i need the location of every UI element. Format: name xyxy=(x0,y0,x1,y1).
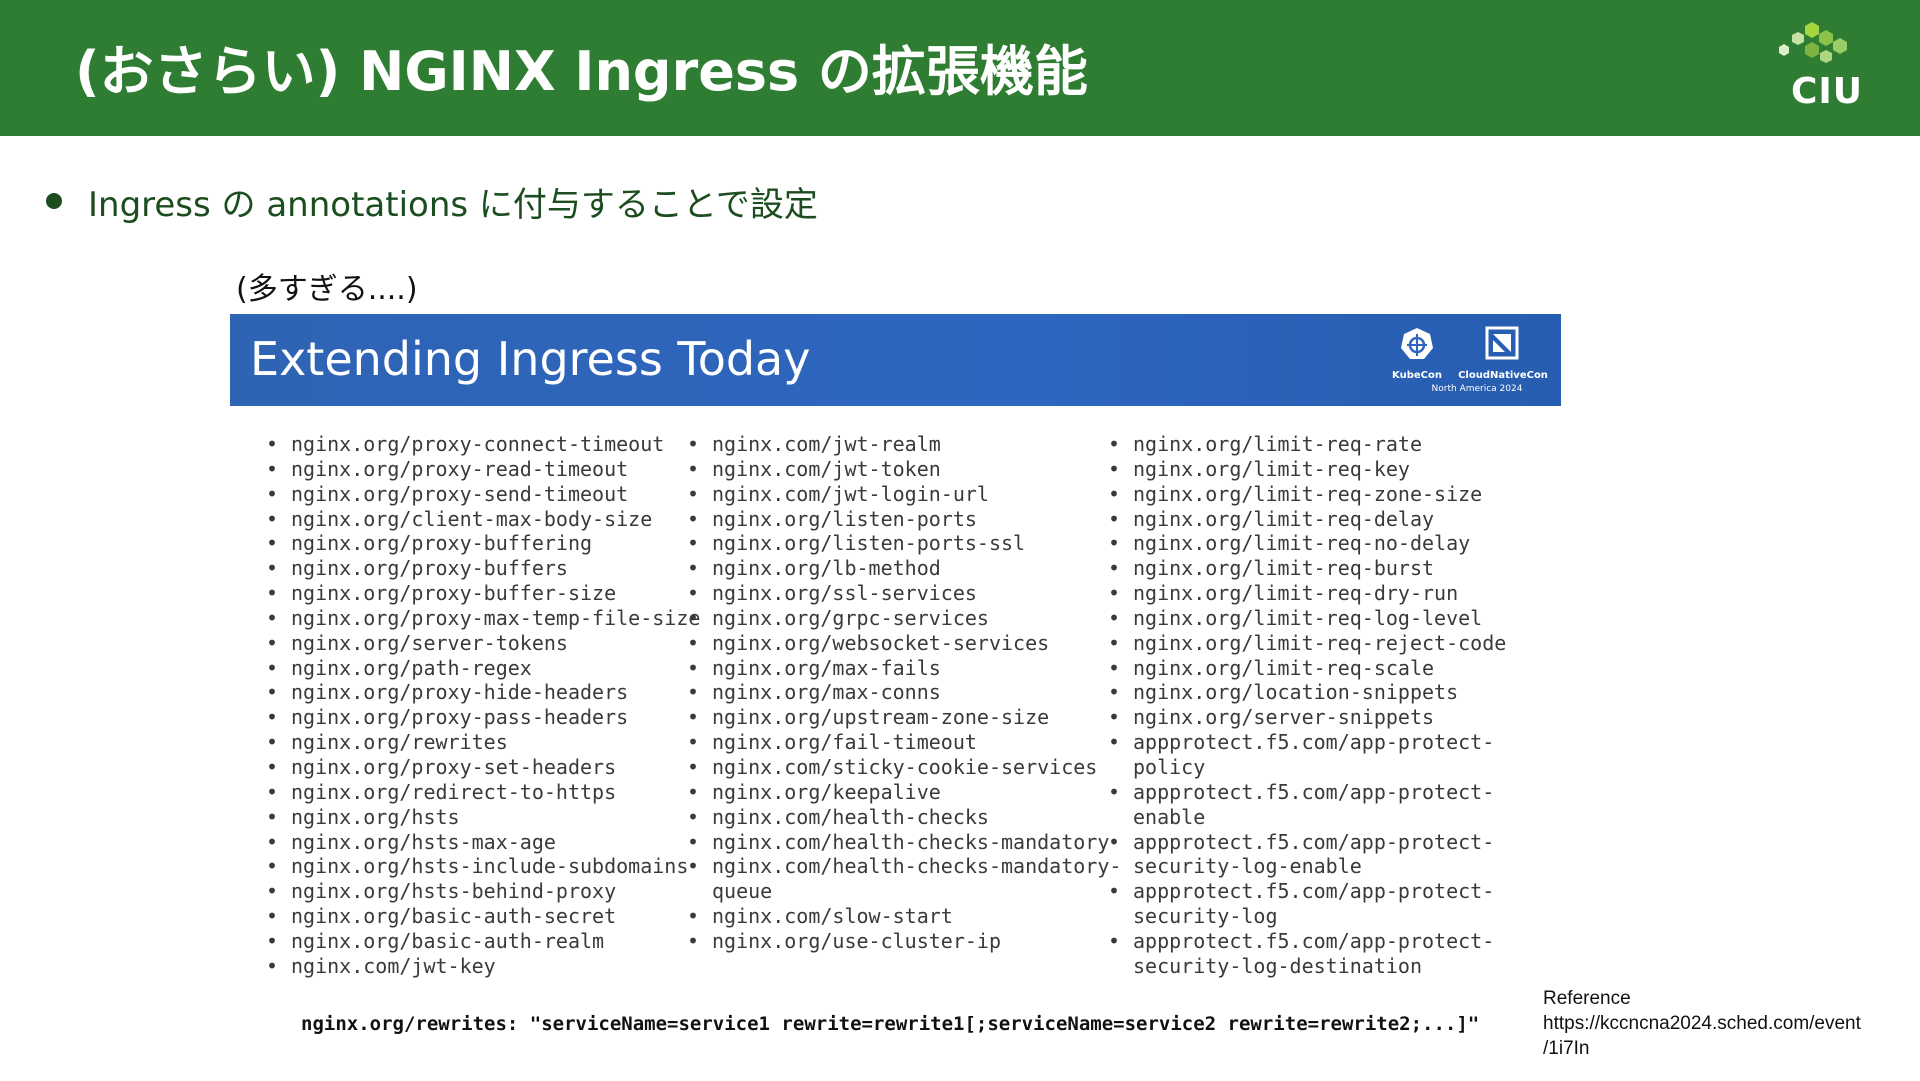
annotation-item: nginx.org/limit-req-dry-run xyxy=(1108,581,1506,606)
annotation-item: nginx.org/lb-method xyxy=(687,556,1121,581)
annotation-item: nginx.com/jwt-token xyxy=(687,457,1121,482)
annotation-item: nginx.com/jwt-key xyxy=(266,954,700,979)
aside-note: (多すぎる....) xyxy=(236,272,418,307)
annotation-item: nginx.org/proxy-send-timeout xyxy=(266,482,700,507)
annotation-item: nginx.org/proxy-read-timeout xyxy=(266,457,700,482)
annotation-item: nginx.org/redirect-to-https xyxy=(266,780,700,805)
annotation-item: nginx.org/keepalive xyxy=(687,780,1121,805)
annotation-item: nginx.com/jwt-login-url xyxy=(687,482,1121,507)
annotation-item: nginx.org/server-tokens xyxy=(266,631,700,656)
annotation-item: appprotect.f5.com/app-protect- security-… xyxy=(1108,929,1506,979)
cloudnativecon-label: CloudNativeCon xyxy=(1458,370,1548,381)
annotation-item: nginx.org/fail-timeout xyxy=(687,730,1121,755)
embedded-slide-banner: Extending Ingress Today KubeCon CloudNat… xyxy=(230,314,1561,406)
annotation-item: nginx.com/slow-start xyxy=(687,904,1121,929)
annotation-item: nginx.org/proxy-buffers xyxy=(266,556,700,581)
annotation-item: nginx.org/listen-ports-ssl xyxy=(687,531,1121,556)
annotation-item: nginx.org/proxy-set-headers xyxy=(266,755,700,780)
header-bar: (おさらい) NGINX Ingress の拡張機能 CIU xyxy=(0,0,1920,136)
annotation-item: nginx.org/basic-auth-realm xyxy=(266,929,700,954)
hexagon-cluster-logo-icon xyxy=(1779,22,1847,63)
annotation-item: appprotect.f5.com/app-protect- policy xyxy=(1108,730,1506,780)
annotation-item: nginx.org/max-conns xyxy=(687,680,1121,705)
reference-block: Reference https://kccncna2024.sched.com/… xyxy=(1543,986,1903,1061)
annotation-item: nginx.org/path-regex xyxy=(266,656,700,681)
ciu-logo: CIU xyxy=(1772,18,1882,120)
annotation-item: appprotect.f5.com/app-protect- enable xyxy=(1108,780,1506,830)
reference-url-line-2[interactable]: /1i7In xyxy=(1543,1036,1903,1061)
annotation-item: nginx.org/limit-req-zone-size xyxy=(1108,482,1506,507)
annotation-item: nginx.org/hsts-max-age xyxy=(266,830,700,855)
annotation-item: nginx.org/hsts-include-subdomains xyxy=(266,854,700,879)
annotation-item: nginx.org/limit-req-scale xyxy=(1108,656,1506,681)
rewrites-example: nginx.org/rewrites: "serviceName=service… xyxy=(301,1013,1480,1035)
reference-url-line-1[interactable]: https://kccncna2024.sched.com/event xyxy=(1543,1011,1903,1036)
slide-title: (おさらい) NGINX Ingress の拡張機能 xyxy=(75,40,1088,103)
annotation-column-3: nginx.org/limit-req-ratenginx.org/limit-… xyxy=(1108,432,1506,979)
annotation-item: nginx.org/proxy-hide-headers xyxy=(266,680,700,705)
event-logos: KubeCon CloudNativeCon North America 202… xyxy=(1387,326,1553,398)
annotation-item: nginx.org/listen-ports xyxy=(687,507,1121,532)
event-subtitle: North America 2024 xyxy=(1431,384,1523,394)
logo-text: CIU xyxy=(1790,71,1864,112)
annotation-item: nginx.org/rewrites xyxy=(266,730,700,755)
reference-label: Reference xyxy=(1543,988,1631,1009)
annotation-item: nginx.org/server-snippets xyxy=(1108,705,1506,730)
main-bullet-text: Ingress の annotations に付与することで設定 xyxy=(88,184,818,225)
annotation-item: nginx.org/proxy-pass-headers xyxy=(266,705,700,730)
kubecon-icon xyxy=(1401,328,1433,359)
annotation-column-1: nginx.org/proxy-connect-timeoutnginx.org… xyxy=(266,432,700,979)
annotation-item: nginx.com/sticky-cookie-services xyxy=(687,755,1121,780)
annotation-item: nginx.org/client-max-body-size xyxy=(266,507,700,532)
annotation-item: nginx.org/ssl-services xyxy=(687,581,1121,606)
annotation-item: nginx.org/limit-req-reject-code xyxy=(1108,631,1506,656)
annotation-item: nginx.com/health-checks xyxy=(687,805,1121,830)
annotation-item: nginx.org/limit-req-burst xyxy=(1108,556,1506,581)
annotation-item: nginx.org/hsts xyxy=(266,805,700,830)
annotation-item: nginx.org/hsts-behind-proxy xyxy=(266,879,700,904)
annotation-item: nginx.org/max-fails xyxy=(687,656,1121,681)
annotation-item: nginx.org/proxy-max-temp-file-size xyxy=(266,606,700,631)
annotation-item: nginx.org/limit-req-log-level xyxy=(1108,606,1506,631)
annotation-item: nginx.org/limit-req-no-delay xyxy=(1108,531,1506,556)
annotation-item: nginx.com/jwt-realm xyxy=(687,432,1121,457)
bullet-dot-icon xyxy=(46,193,62,209)
kubecon-label: KubeCon xyxy=(1392,370,1442,381)
annotation-item: appprotect.f5.com/app-protect- security-… xyxy=(1108,879,1506,929)
annotation-column-2: nginx.com/jwt-realmnginx.com/jwt-tokenng… xyxy=(687,432,1121,954)
annotation-item: nginx.org/use-cluster-ip xyxy=(687,929,1121,954)
annotation-item: nginx.org/proxy-buffering xyxy=(266,531,700,556)
annotation-item: nginx.org/websocket-services xyxy=(687,631,1121,656)
annotation-item: nginx.org/limit-req-key xyxy=(1108,457,1506,482)
annotation-item: nginx.org/grpc-services xyxy=(687,606,1121,631)
annotation-item: nginx.org/upstream-zone-size xyxy=(687,705,1121,730)
annotation-item: nginx.org/proxy-buffer-size xyxy=(266,581,700,606)
cloudnativecon-icon xyxy=(1485,326,1519,360)
annotation-item: nginx.org/proxy-connect-timeout xyxy=(266,432,700,457)
annotation-item: nginx.org/limit-req-delay xyxy=(1108,507,1506,532)
annotation-item: nginx.com/health-checks-mandatory xyxy=(687,830,1121,855)
main-bullet: Ingress の annotations に付与することで設定 xyxy=(46,178,818,225)
annotation-item: nginx.org/limit-req-rate xyxy=(1108,432,1506,457)
annotation-item: nginx.com/health-checks-mandatory- queue xyxy=(687,854,1121,904)
annotation-item: nginx.org/location-snippets xyxy=(1108,680,1506,705)
annotation-item: nginx.org/basic-auth-secret xyxy=(266,904,700,929)
annotation-item: appprotect.f5.com/app-protect- security-… xyxy=(1108,830,1506,880)
embedded-slide-title: Extending Ingress Today xyxy=(250,332,811,386)
